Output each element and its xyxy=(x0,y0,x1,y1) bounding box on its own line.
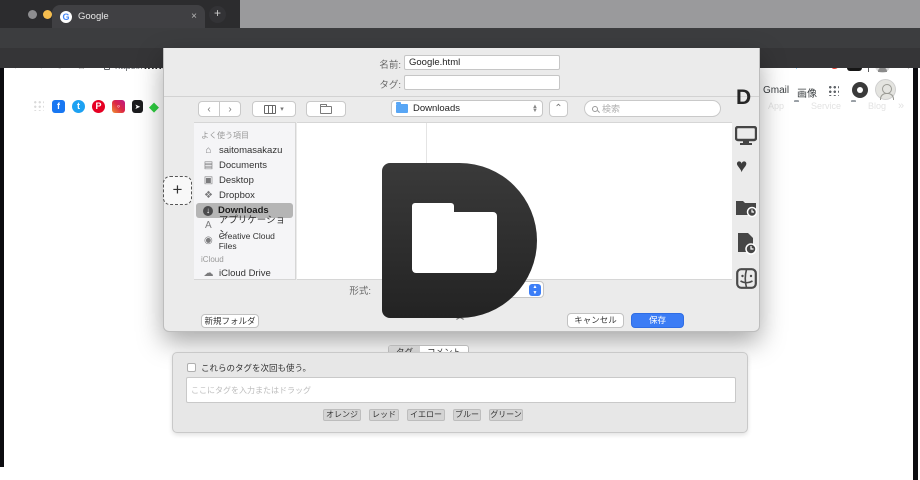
save-button[interactable]: 保存 xyxy=(631,313,684,328)
google-account-avatar[interactable] xyxy=(875,79,896,100)
cursor-bookmark-icon[interactable]: ➤ xyxy=(132,99,143,113)
google-favicon-icon: G xyxy=(60,10,72,23)
folder-action-button[interactable] xyxy=(306,101,346,117)
pinterest-bookmark-icon[interactable]: P xyxy=(92,99,105,113)
documents-icon: ▤ xyxy=(203,160,214,171)
document-history-icon[interactable] xyxy=(737,232,759,256)
dialog-sidebar: よく使う項目 ⌂ saitomasakazu ▤ Documents ▣ Deskto… xyxy=(194,122,296,280)
cancel-button[interactable]: キャンセル xyxy=(567,313,624,328)
element-picker-button[interactable]: + xyxy=(163,176,192,205)
collapse-dialog-icon[interactable]: ⌃ xyxy=(440,317,480,328)
instagram-bookmark-icon[interactable]: ◦ xyxy=(112,99,125,113)
reuse-tags-label: これらのタグを次回も使う。 xyxy=(201,363,311,373)
forward-nav-button[interactable]: › xyxy=(219,101,241,117)
stepper-icon: ▲ ▼ xyxy=(532,103,538,114)
apps-grid-bookmark-icon[interactable] xyxy=(33,99,44,111)
tag-blue-button[interactable]: ブルー xyxy=(453,409,481,421)
sidebar-item-dropbox[interactable]: ❖ Dropbox xyxy=(196,188,293,203)
blue-stepper-icon: ▲ ▼ xyxy=(529,283,541,296)
icloud-header: iCloud xyxy=(201,255,224,264)
back-nav-button[interactable]: ‹ xyxy=(198,101,220,117)
traffic-light-minimize[interactable] xyxy=(43,10,52,19)
finder-icon[interactable] xyxy=(736,268,757,289)
tab-title: Google xyxy=(78,11,109,22)
page-frame-right xyxy=(913,68,918,480)
tag-green-button[interactable]: グリーン xyxy=(489,409,523,421)
tags-input[interactable] xyxy=(404,75,560,90)
sidebar-item-creative-cloud[interactable]: ◉ Creative Cloud Files xyxy=(196,231,293,251)
traffic-light-close[interactable] xyxy=(28,10,37,19)
bookmark-app[interactable]: App xyxy=(768,100,784,112)
filename-input[interactable]: Google.html xyxy=(404,55,560,70)
creative-cloud-icon: ◉ xyxy=(203,235,213,246)
google-apps-grid-icon[interactable] xyxy=(828,85,839,96)
d-logo-watermark xyxy=(382,163,537,318)
folder-icon xyxy=(320,104,332,114)
reuse-tags-checkbox[interactable] xyxy=(187,363,196,372)
tag-orange-button[interactable]: オレンジ xyxy=(323,409,361,421)
up-directory-button[interactable]: ⌃ xyxy=(549,100,568,117)
home-icon: ⌂ xyxy=(205,145,212,156)
sidebar-item-icloud-drive[interactable]: ☁ iCloud Drive xyxy=(196,266,293,281)
sidebar-item-desktop[interactable]: ▣ Desktop xyxy=(196,173,293,188)
downloads-folder-icon xyxy=(396,102,408,113)
bookmark-service[interactable]: Service xyxy=(811,100,841,112)
notification-icon[interactable] xyxy=(852,82,868,98)
twitter-bookmark-icon[interactable]: t xyxy=(72,99,85,113)
gmail-link[interactable]: Gmail xyxy=(763,85,789,96)
divider xyxy=(164,96,759,97)
tags-field-label: タグ: xyxy=(379,80,401,91)
tag-red-button[interactable]: レッド xyxy=(369,409,399,421)
folder-body-shape xyxy=(412,212,497,273)
images-link[interactable]: 画像 xyxy=(797,85,817,100)
sidebar-item-home[interactable]: ⌂ saitomasakazu xyxy=(196,143,293,158)
bookmark-blog[interactable]: Blog xyxy=(868,100,886,112)
diamond-bookmark-icon[interactable]: ◆ xyxy=(149,99,159,115)
sidebar-item-documents[interactable]: ▤ Documents xyxy=(196,158,293,173)
close-tab-icon[interactable]: × xyxy=(191,11,197,22)
search-field[interactable]: 検索 xyxy=(584,100,721,117)
browser-toolbar: ← → ⟳ ⌂ https://www.google.com ☆ ● ➤ ☻ ⚯… xyxy=(0,28,920,74)
dropbox-icon: ❖ xyxy=(204,190,213,201)
search-icon xyxy=(592,105,598,112)
desktop-icon: ▣ xyxy=(203,175,214,186)
tag-entry-input[interactable]: ここにタグを入力またはドラッグ xyxy=(186,377,736,403)
downloads-icon: ↓ xyxy=(203,205,213,216)
tags-panel: これらのタグを次回も使う。 ここにタグを入力またはドラッグ オレンジ レッド イ… xyxy=(172,352,748,433)
cloud-icon: ☁ xyxy=(203,268,214,279)
tab-strip: G Google × + xyxy=(0,0,920,28)
browser-tab[interactable]: G Google × xyxy=(52,5,205,28)
display-icon[interactable] xyxy=(735,126,757,145)
new-tab-button[interactable]: + xyxy=(209,6,226,23)
columns-view-icon xyxy=(264,104,277,114)
name-field-label: 名前: xyxy=(379,60,401,71)
heart-icon[interactable]: ♥ xyxy=(736,156,747,178)
tag-input-placeholder: ここにタグを入力またはドラッグ xyxy=(191,386,311,395)
applications-icon: A xyxy=(205,220,212,231)
favorites-header: よく使う項目 xyxy=(201,131,249,140)
view-mode-button[interactable]: ▾ xyxy=(252,101,296,117)
page-frame-left xyxy=(0,68,4,467)
tag-yellow-button[interactable]: イエロー xyxy=(407,409,445,421)
format-label: 形式: xyxy=(349,286,371,297)
d-extension-logo-icon[interactable]: D xyxy=(736,86,751,110)
location-dropdown[interactable]: Downloads ▲ ▼ xyxy=(391,100,543,117)
folder-history-icon[interactable] xyxy=(735,197,759,218)
new-folder-button[interactable]: 新規フォルダ xyxy=(201,314,259,328)
facebook-bookmark-icon[interactable]: f xyxy=(52,99,65,113)
bookmarks-overflow-icon[interactable]: » xyxy=(898,100,904,112)
